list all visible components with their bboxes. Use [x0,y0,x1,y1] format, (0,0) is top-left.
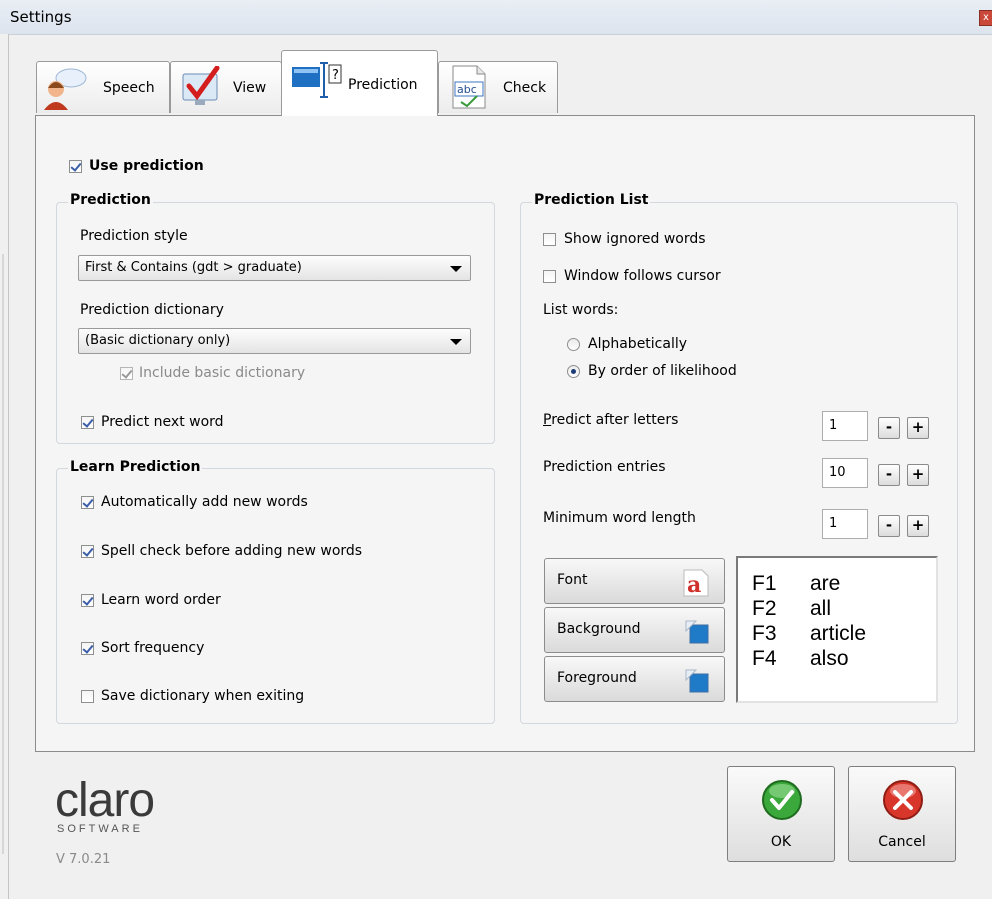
svg-text:a: a [687,572,701,598]
predict-after-letters-input[interactable]: 1 [822,411,868,441]
auto-add-words-checkbox[interactable] [81,496,94,509]
prediction-style-select[interactable]: First & Contains (gdt > graduate) [78,255,471,281]
ok-check-icon [762,780,802,820]
svg-text:?: ? [332,68,339,83]
logo-text: claro [55,774,155,827]
save-dictionary-checkbox[interactable] [81,690,94,703]
window-follows-cursor-checkbox[interactable] [543,270,556,283]
font-icon: a [683,569,709,598]
spell-check-before-adding-label: Spell check before adding new words [101,543,363,559]
logo-subtitle: SOFTWARE [57,823,143,835]
abc-spellcheck-icon: abc [452,65,486,109]
cancel-button[interactable]: Cancel [848,766,956,862]
cancel-x-icon [883,780,923,820]
window-title: Settings [10,8,72,26]
tab-view[interactable]: View [170,61,282,113]
alphabetically-radio[interactable] [567,338,580,351]
minimum-word-length-label: Minimum word length [543,510,696,526]
tab-prediction[interactable]: ? Prediction [281,50,438,116]
foreground-button[interactable]: Foreground [544,656,725,702]
use-prediction-label: Use prediction [89,158,204,174]
window-frame-left [0,34,9,899]
speech-person-icon [44,68,87,110]
use-prediction-checkbox[interactable] [69,160,82,173]
monitor-check-icon [182,66,220,105]
by-likelihood-radio[interactable] [567,365,580,378]
list-words-label: List words: [543,302,619,318]
predict-next-word-checkbox[interactable] [81,416,94,429]
font-button[interactable]: Font a [544,558,725,604]
tab-prediction-label: Prediction [348,77,418,93]
ok-button-label: OK [770,834,792,850]
prediction-dictionary-value: (Basic dictionary only) [85,333,231,348]
window-follows-cursor-label: Window follows cursor [564,268,721,284]
tab-check[interactable]: abc Check [438,61,558,113]
by-likelihood-label: By order of likelihood [588,363,737,379]
prediction-dictionary-select[interactable]: (Basic dictionary only) [78,328,471,354]
foreground-button-label: Foreground [557,670,637,686]
preview-word: also [810,647,849,670]
prediction-window-icon: ? [292,62,342,98]
prediction-style-label: Prediction style [80,228,188,244]
svg-text:abc: abc [457,83,477,96]
learn-prediction-group-title: Learn Prediction [68,459,203,475]
close-button[interactable]: x [979,10,992,26]
preview-word: all [810,597,832,620]
include-basic-dictionary-label: Include basic dictionary [139,365,306,381]
entries-minus-button[interactable]: - [878,464,900,486]
save-dictionary-label: Save dictionary when exiting [101,688,305,704]
prediction-style-value: First & Contains (gdt > graduate) [85,260,302,275]
chevron-down-icon [450,266,462,272]
predict-after-letters-accel: P [543,412,552,428]
predict-after-minus-button[interactable]: - [878,417,900,439]
tab-speech[interactable]: Speech [36,61,170,113]
tab-speech-label: Speech [103,80,155,96]
prediction-entries-input[interactable]: 10 [822,458,868,488]
prediction-list-group-title: Prediction List [532,192,651,208]
min-length-plus-button[interactable]: + [907,515,929,537]
learn-word-order-checkbox[interactable] [81,594,94,607]
preview-key: F4 [752,647,777,670]
tab-check-label: Check [503,80,547,96]
show-ignored-words-label: Show ignored words [564,231,706,247]
predict-after-letters-label: Predict after letters [543,412,678,428]
font-button-label: Font [557,572,588,588]
cancel-button-label: Cancel [878,834,926,850]
close-icon: x [983,12,989,23]
preview-word: are [810,572,841,595]
auto-add-words-label: Automatically add new words [101,494,308,510]
sort-frequency-checkbox[interactable] [81,642,94,655]
background-button[interactable]: Background [544,607,725,653]
minimum-word-length-input[interactable]: 1 [822,509,868,539]
color-swatch-icon [685,620,709,644]
chevron-down-icon [450,339,462,345]
version-label: V 7.0.21 [56,852,111,867]
predict-after-plus-button[interactable]: + [907,417,929,439]
entries-plus-button[interactable]: + [907,464,929,486]
show-ignored-words-checkbox[interactable] [543,233,556,246]
learn-word-order-label: Learn word order [101,592,221,608]
prediction-group-title: Prediction [68,192,153,208]
background-button-label: Background [557,621,641,637]
prediction-dictionary-label: Prediction dictionary [80,302,224,318]
include-basic-dictionary-checkbox[interactable] [120,367,133,380]
min-length-minus-button[interactable]: - [878,515,900,537]
alphabetically-label: Alphabetically [588,336,688,352]
prediction-entries-label: Prediction entries [543,459,666,475]
sort-frequency-label: Sort frequency [101,640,205,656]
preview-key: F3 [752,622,777,645]
preview-key: F2 [752,597,777,620]
color-swatch-icon [685,669,709,693]
tab-view-label: View [233,80,267,96]
ok-button[interactable]: OK [727,766,835,862]
predict-next-word-label: Predict next word [101,414,224,430]
prediction-preview: F1 are F2 all F3 article F4 also [736,556,938,703]
spell-check-before-adding-checkbox[interactable] [81,545,94,558]
predict-after-letters-text: redict after letters [551,412,679,428]
preview-word: article [810,622,867,645]
title-bar: Settings x [0,0,992,35]
preview-key: F1 [752,572,777,595]
